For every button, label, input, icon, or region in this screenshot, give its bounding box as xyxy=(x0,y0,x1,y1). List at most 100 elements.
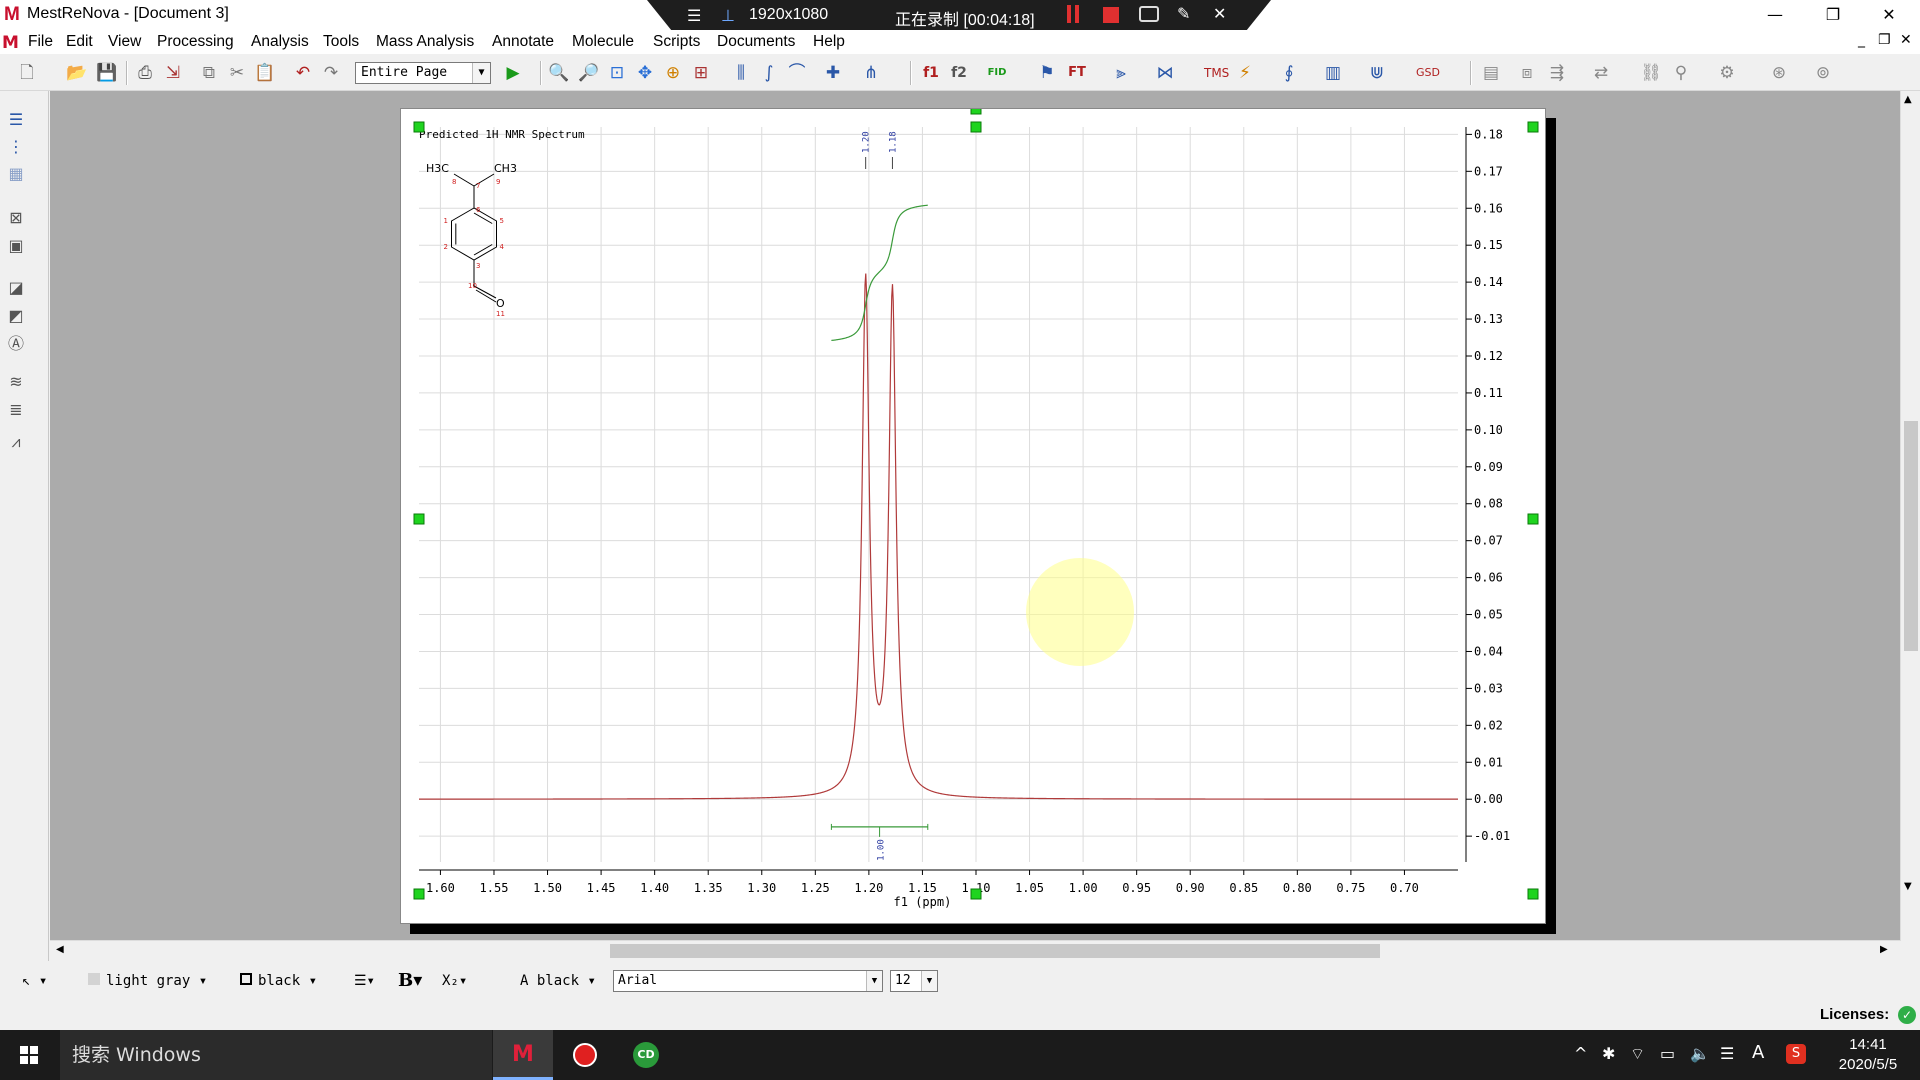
integrate-icon[interactable]: ∮ xyxy=(1278,62,1300,84)
bar-chart-icon[interactable]: ▥ xyxy=(1322,62,1344,84)
phase-icon[interactable]: ⫸ xyxy=(1110,62,1132,84)
menu-annotate[interactable]: Annotate xyxy=(492,33,554,51)
vertical-scroll-thumb[interactable] xyxy=(1904,421,1918,651)
close-button[interactable]: ✕ xyxy=(1866,0,1912,30)
selection-handle[interactable] xyxy=(1527,121,1539,133)
select-tool-icon[interactable]: ⊠ xyxy=(5,207,27,229)
text-tool-icon[interactable]: Ⓐ xyxy=(5,333,27,355)
selection-handle[interactable] xyxy=(413,888,425,900)
stack-icon[interactable]: ⧈ xyxy=(1516,62,1538,84)
arrange-icon[interactable]: ⇶ xyxy=(1546,62,1568,84)
f2-icon[interactable]: f2 xyxy=(948,62,970,84)
settings-icon[interactable]: ⚙ xyxy=(1716,62,1738,84)
font-select[interactable]: Arial ▼ xyxy=(613,970,883,992)
play-icon[interactable]: ▶ xyxy=(502,62,524,84)
stack-tool-icon[interactable]: ≋ xyxy=(5,371,27,393)
help-icon[interactable]: ⊚ xyxy=(1812,62,1834,84)
menu-edit[interactable]: Edit xyxy=(66,33,93,51)
selection-handle[interactable] xyxy=(970,888,982,900)
zoom-in-icon[interactable]: 🔍 xyxy=(548,62,570,84)
selection-handle[interactable] xyxy=(1527,513,1539,525)
taskbar-search-input[interactable]: 搜索 Windows xyxy=(60,1030,492,1080)
vertical-scrollbar[interactable]: ▲ ▼ xyxy=(1900,91,1920,941)
export-icon[interactable]: ⇲ xyxy=(162,62,184,84)
zoom-out-icon[interactable]: 🔎 xyxy=(578,62,600,84)
selection-handle[interactable] xyxy=(413,513,425,525)
f1-icon[interactable]: f1 xyxy=(920,62,942,84)
taskbar-chemdraw-icon[interactable]: CD xyxy=(616,1030,676,1080)
pointer-icon[interactable]: ↖ ▾ xyxy=(22,966,47,996)
apodization-icon[interactable]: ⋈ xyxy=(1154,62,1176,84)
zoom-mode-select[interactable]: Entire Page ▼ xyxy=(355,62,491,84)
list-icon[interactable]: ☰ xyxy=(5,109,27,131)
maximize-button[interactable]: ❐ xyxy=(1810,0,1856,30)
find-icon[interactable]: ⚲ xyxy=(1670,62,1692,84)
scroll-left-icon[interactable]: ◀ xyxy=(56,944,64,955)
menu-help[interactable]: Help xyxy=(813,33,845,51)
tray-sogou-icon[interactable]: S xyxy=(1786,1044,1806,1064)
fit-tool-icon[interactable]: ⩘ xyxy=(5,431,27,453)
multiplet-icon[interactable]: ⋔ xyxy=(860,62,882,84)
selection-handle[interactable] xyxy=(970,121,982,133)
tray-wifi-icon[interactable]: ⌔ xyxy=(1630,1044,1645,1064)
menu-mass-analysis[interactable]: Mass Analysis xyxy=(376,33,474,51)
peak-picking-icon[interactable]: ⫼ xyxy=(730,62,752,84)
nmr-spectrum-plot[interactable]: 1.60 1.55 1.50 1.45 1.40 1.35 1.30 1.25 1.20 1.15… xyxy=(401,109,1547,925)
rectangle-tool-icon[interactable]: ▣ xyxy=(5,235,27,257)
tray-ime-icon[interactable]: A xyxy=(1752,1042,1764,1063)
cut-icon[interactable]: ✂ xyxy=(226,62,248,84)
menu-tools[interactable]: Tools xyxy=(323,33,359,51)
camera-icon[interactable] xyxy=(1139,6,1159,22)
bold-button[interactable]: B▾ xyxy=(398,966,422,996)
menu-processing[interactable]: Processing xyxy=(157,33,234,51)
spectrum-trace[interactable] xyxy=(419,273,1458,800)
tray-battery-icon[interactable]: ▭ xyxy=(1660,1044,1675,1063)
redo-icon[interactable]: ↷ xyxy=(320,62,342,84)
font-size-select[interactable]: 12 ▼ xyxy=(890,970,938,992)
copy-icon[interactable]: ⧉ xyxy=(198,62,220,84)
chevron-down-icon[interactable]: ▼ xyxy=(921,971,937,991)
menu-molecule[interactable]: Molecule xyxy=(572,33,634,51)
selection-handle[interactable] xyxy=(413,121,425,133)
stop-icon[interactable] xyxy=(1103,7,1119,23)
chevron-down-icon[interactable]: ▼ xyxy=(472,63,490,83)
minimize-button[interactable]: — xyxy=(1752,0,1798,30)
tray-volume-icon[interactable]: 🔈 xyxy=(1690,1044,1710,1063)
license-ok-icon[interactable]: ✓ xyxy=(1898,1006,1916,1024)
windows-start-button[interactable] xyxy=(0,1030,60,1080)
taskbar-mestrenova-icon[interactable]: M xyxy=(493,1030,553,1080)
text-color-select[interactable]: A black ▾ xyxy=(520,966,596,996)
pause-icon[interactable] xyxy=(1067,5,1079,23)
integral-icon[interactable]: ∫ xyxy=(758,62,780,84)
mdi-restore-icon[interactable]: ❐ xyxy=(1878,32,1891,48)
mdi-close-icon[interactable]: ✕ xyxy=(1900,32,1912,48)
subscript-button[interactable]: X₂▾ xyxy=(442,966,467,996)
pan-icon[interactable]: ✥ xyxy=(634,62,656,84)
selection-handle[interactable] xyxy=(1527,888,1539,900)
horizontal-scrollbar[interactable]: ◀ ▶ xyxy=(50,940,1900,960)
spectra-tool-icon[interactable]: ≣ xyxy=(5,399,27,421)
reference-icon[interactable]: ⚡ xyxy=(1234,62,1256,84)
mdi-minimize-icon[interactable]: _ xyxy=(1858,32,1865,48)
link-icon[interactable]: ⛓ xyxy=(1640,62,1662,84)
plugin-icon[interactable]: ⊛ xyxy=(1768,62,1790,84)
paste-icon[interactable]: 📋 xyxy=(254,62,276,84)
page-setup-icon[interactable]: ▤ xyxy=(1480,62,1502,84)
crosshair-icon[interactable]: ✚ xyxy=(822,62,844,84)
open-folder-icon[interactable]: 📂 xyxy=(66,62,88,84)
tray-notification-icon[interactable]: ☰ xyxy=(1720,1044,1734,1063)
align-text-icon[interactable]: ☰▾ xyxy=(354,966,375,996)
scroll-down-icon[interactable]: ▼ xyxy=(1904,881,1912,892)
pencil-icon[interactable]: ✎ xyxy=(1177,4,1190,24)
draw-tool-icon[interactable]: ◪ xyxy=(5,277,27,299)
scroll-right-icon[interactable]: ▶ xyxy=(1880,944,1888,955)
ft-icon[interactable]: FT xyxy=(1066,62,1088,84)
fill-color-select[interactable]: light gray ▾ xyxy=(88,966,208,996)
fit-height-icon[interactable]: ⊞ xyxy=(690,62,712,84)
zoom-fit-icon[interactable]: ⊡ xyxy=(606,62,628,84)
undo-icon[interactable]: ↶ xyxy=(292,62,314,84)
menu-documents[interactable]: Documents xyxy=(717,33,795,51)
full-spectrum-icon[interactable]: ⊕ xyxy=(662,62,684,84)
tms-icon[interactable]: TMS xyxy=(1204,62,1229,84)
menu-view[interactable]: View xyxy=(108,33,141,51)
